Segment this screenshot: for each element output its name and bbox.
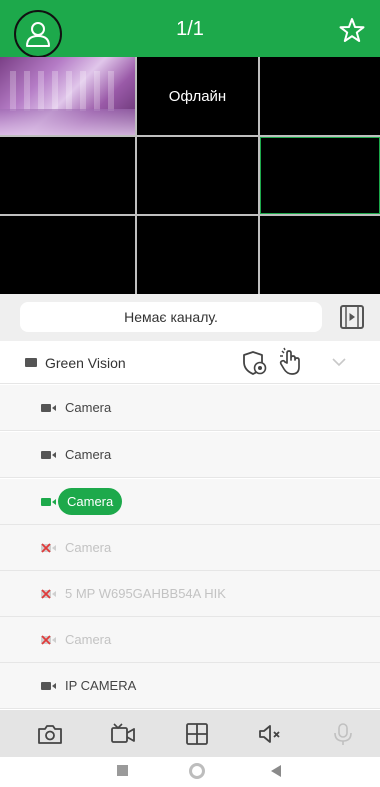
video-cell-9[interactable] bbox=[260, 216, 380, 294]
channel-label-selected: Camera bbox=[58, 488, 123, 515]
snapshot-button[interactable] bbox=[37, 722, 63, 746]
back-icon[interactable] bbox=[271, 765, 281, 777]
video-cell-8[interactable] bbox=[137, 216, 258, 294]
video-cell-1[interactable] bbox=[0, 57, 135, 135]
system-nav-bar bbox=[0, 757, 380, 787]
camera-icon bbox=[41, 498, 56, 506]
expand-button[interactable] bbox=[330, 353, 348, 371]
video-cell-2[interactable]: Офлайн bbox=[137, 57, 258, 135]
channel-label: IP CAMERA bbox=[65, 678, 137, 693]
camera-icon bbox=[41, 451, 56, 459]
video-cell-4[interactable] bbox=[0, 137, 135, 214]
home-icon[interactable] bbox=[189, 763, 205, 779]
mute-icon bbox=[259, 725, 280, 743]
offline-label: Офлайн bbox=[168, 88, 227, 105]
channel-status-bar: Немає каналу. bbox=[0, 294, 380, 341]
video-cell-3[interactable] bbox=[260, 57, 380, 135]
channel-label: 5 MP W695GAHBB54A HIK bbox=[65, 586, 226, 601]
channel-row-selected[interactable]: Camera bbox=[0, 479, 380, 525]
layout-grid-icon bbox=[186, 723, 208, 745]
dvr-icon bbox=[25, 358, 37, 367]
channel-row-offline[interactable]: 5 MP W695GAHBB54A HIK bbox=[0, 571, 380, 617]
channel-label: Camera bbox=[65, 540, 112, 555]
record-icon bbox=[111, 723, 135, 743]
star-icon bbox=[339, 18, 365, 42]
favorite-button[interactable] bbox=[338, 16, 366, 44]
shield-settings-icon bbox=[243, 351, 267, 375]
recents-icon[interactable] bbox=[117, 765, 128, 776]
camera-preview-image bbox=[0, 57, 135, 135]
chevron-down-icon bbox=[332, 358, 346, 367]
talk-button[interactable] bbox=[330, 722, 356, 746]
device-name: Green Vision bbox=[45, 355, 126, 371]
snapshot-icon bbox=[38, 725, 62, 744]
mute-button[interactable] bbox=[257, 722, 283, 746]
top-bar: 1/1 bbox=[0, 0, 380, 58]
camera-offline-icon bbox=[41, 589, 56, 599]
page-indicator: 1/1 bbox=[176, 18, 204, 40]
microphone-icon bbox=[334, 723, 352, 745]
hand-pointer-icon bbox=[279, 347, 300, 375]
channel-label: Camera bbox=[65, 447, 112, 462]
device-row[interactable]: Green Vision bbox=[0, 341, 380, 384]
video-cell-7[interactable] bbox=[0, 216, 135, 294]
channel-row[interactable]: Camera bbox=[0, 432, 380, 478]
layout-button[interactable] bbox=[184, 722, 210, 746]
device-settings-button[interactable] bbox=[241, 349, 269, 377]
camera-offline-icon bbox=[41, 635, 56, 645]
channel-row-offline[interactable]: Camera bbox=[0, 525, 380, 571]
video-cell-5[interactable] bbox=[137, 137, 258, 214]
playback-icon bbox=[340, 305, 364, 329]
channel-row[interactable]: IP CAMERA bbox=[0, 663, 380, 709]
ptz-control-button[interactable] bbox=[278, 347, 304, 377]
channel-row[interactable]: Camera bbox=[0, 385, 380, 431]
playback-button[interactable] bbox=[339, 304, 365, 330]
camera-icon bbox=[41, 682, 56, 690]
video-grid: Офлайн bbox=[0, 57, 380, 294]
channel-label: Camera bbox=[65, 400, 112, 415]
channel-row-offline[interactable]: Camera bbox=[0, 617, 380, 663]
video-cell-6[interactable] bbox=[260, 137, 380, 214]
channel-label: Camera bbox=[65, 632, 112, 647]
record-button[interactable] bbox=[110, 722, 136, 746]
no-channel-field[interactable]: Немає каналу. bbox=[20, 302, 322, 332]
camera-icon bbox=[41, 404, 56, 412]
camera-offline-icon bbox=[41, 543, 56, 553]
bottom-toolbar bbox=[0, 710, 380, 757]
device-list: Green Vision Camera Camera Camera Camera… bbox=[0, 341, 380, 710]
